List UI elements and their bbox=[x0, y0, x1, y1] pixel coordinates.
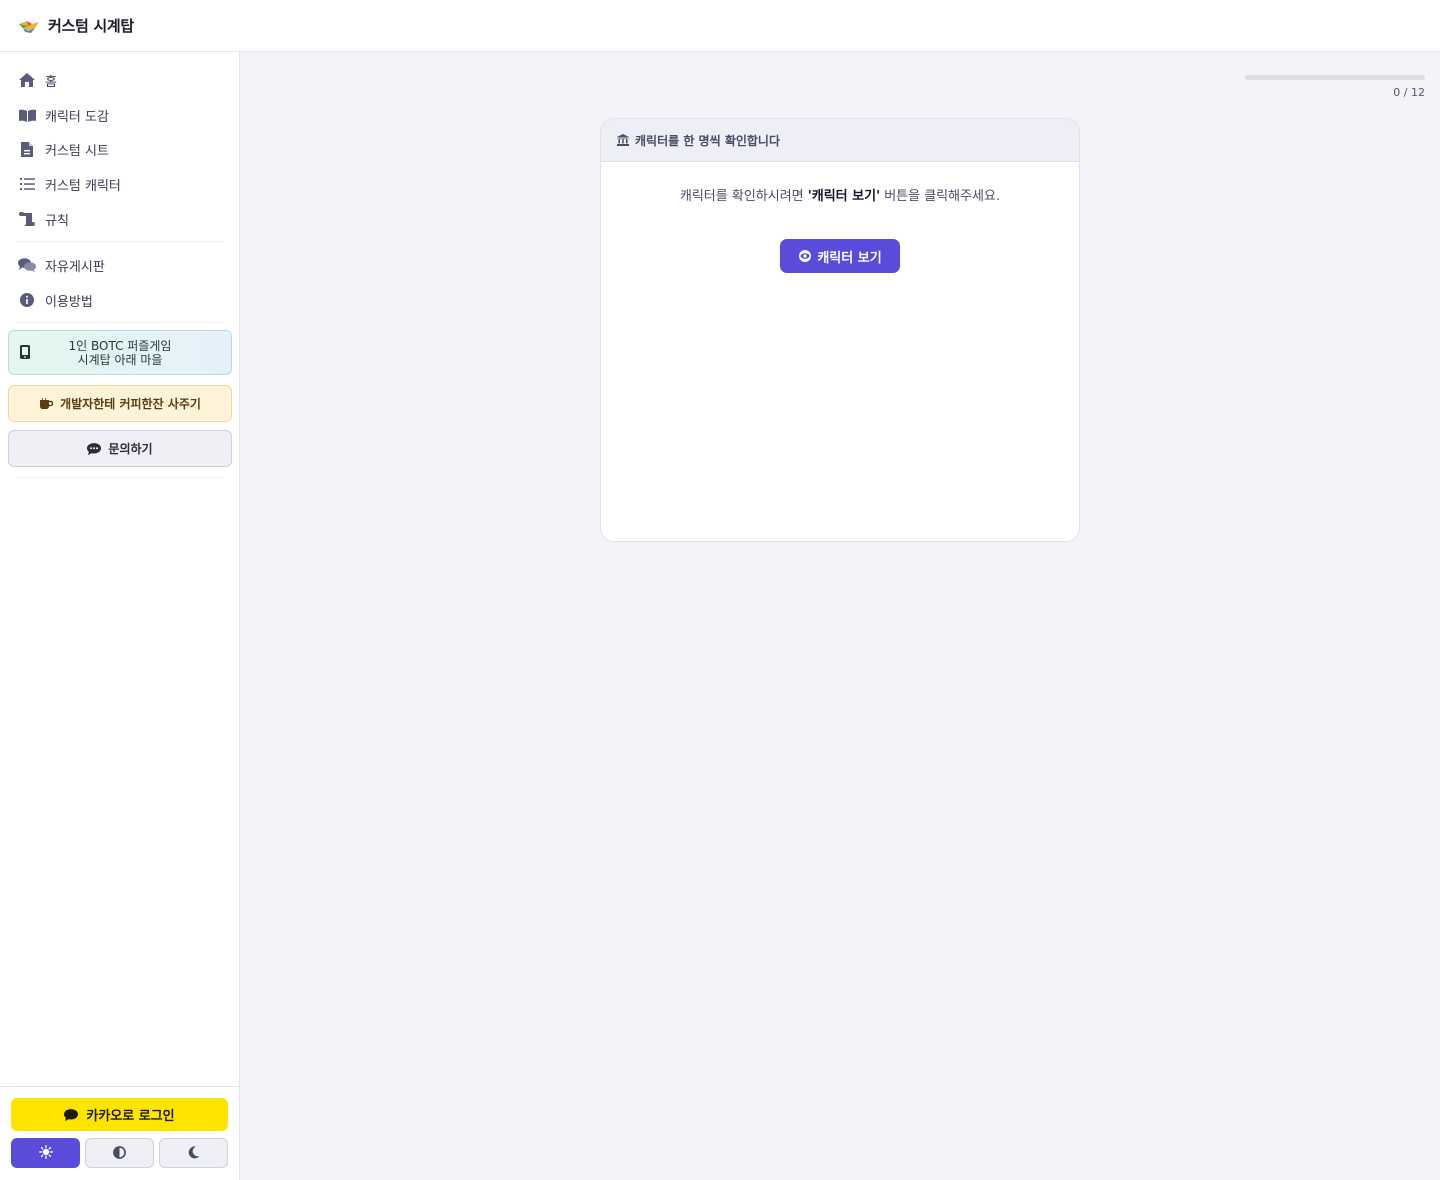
sidebar-item-how-to-use[interactable]: 이용방법 bbox=[18, 288, 93, 312]
top-bar: 커스텀 시계탑 bbox=[0, 0, 1440, 52]
instruction-suffix: 버튼을 클릭해주세요. bbox=[880, 189, 1001, 204]
kakao-login-label: 카카오로 로그인 bbox=[86, 1109, 175, 1124]
instruction-prefix: 캐릭터를 확인하시려면 bbox=[679, 189, 808, 204]
list-icon bbox=[18, 176, 36, 192]
buy-coffee-label: 개발자한테 커피한잔 사주기 bbox=[60, 397, 201, 411]
sidebar-item-label: 이용방법 bbox=[45, 294, 93, 310]
card-header-title: 캐릭터를 한 명씩 확인합니다 bbox=[635, 133, 781, 148]
book-icon bbox=[18, 107, 36, 123]
sidebar-item-home[interactable]: 홈 bbox=[18, 68, 57, 92]
coffee-cup-icon bbox=[39, 397, 54, 410]
progress-track bbox=[1245, 75, 1425, 80]
sidebar-item-custom-sheet[interactable]: 커스텀 시트 bbox=[18, 137, 109, 161]
contact-button[interactable]: 문의하기 bbox=[8, 430, 232, 467]
sidebar-item-label: 커스텀 시트 bbox=[45, 143, 109, 159]
sidebar-divider bbox=[16, 477, 224, 478]
comment-dots-icon bbox=[87, 442, 102, 455]
view-character-button[interactable]: 캐릭터 보기 bbox=[780, 239, 900, 273]
sidebar-item-label: 홈 bbox=[45, 74, 57, 90]
comments-icon bbox=[18, 257, 36, 273]
landmark-icon bbox=[617, 134, 629, 146]
progress-indicator: 0 / 12 bbox=[1245, 75, 1425, 99]
buy-coffee-button[interactable]: 개발자한테 커피한잔 사주기 bbox=[8, 385, 232, 422]
document-icon bbox=[18, 141, 36, 157]
puzzle-promo-title: 1인 BOTC 퍼즐게임 bbox=[68, 338, 172, 353]
character-reveal-card: 캐릭터를 한 명씩 확인합니다 캐릭터를 확인하시려면 '캐릭터 보기' 버튼을… bbox=[600, 118, 1080, 542]
theme-dark-button[interactable] bbox=[159, 1138, 228, 1168]
home-icon bbox=[18, 72, 36, 88]
view-character-label: 캐릭터 보기 bbox=[817, 250, 882, 266]
card-header: 캐릭터를 한 명씩 확인합니다 bbox=[601, 119, 1079, 162]
sidebar-footer-divider bbox=[0, 1086, 239, 1087]
sidebar-divider bbox=[16, 322, 224, 323]
sidebar-item-rules[interactable]: 규칙 bbox=[18, 207, 69, 231]
sidebar: 홈 캐릭터 도감 커스텀 시트 커스텀 캐릭터 규칙 자유게시판 이용방법 1인… bbox=[0, 52, 240, 1180]
speech-bubble-icon bbox=[64, 1108, 79, 1121]
sidebar-item-character-book[interactable]: 캐릭터 도감 bbox=[18, 103, 109, 127]
app-title[interactable]: 커스텀 시계탑 bbox=[48, 15, 134, 36]
contact-label: 문의하기 bbox=[108, 442, 153, 456]
progress-count: 0 / 12 bbox=[1393, 86, 1425, 99]
sidebar-item-label: 캐릭터 도감 bbox=[45, 109, 109, 125]
scroll-icon bbox=[18, 211, 36, 227]
instruction-emphasis: '캐릭터 보기' bbox=[807, 189, 881, 204]
moon-icon bbox=[188, 1144, 200, 1163]
sidebar-item-label: 규칙 bbox=[45, 213, 69, 229]
half-circle-contrast-icon bbox=[113, 1144, 126, 1163]
card-instruction: 캐릭터를 확인하시려면 '캐릭터 보기' 버튼을 클릭해주세요. bbox=[601, 185, 1079, 204]
sidebar-item-label: 자유게시판 bbox=[45, 259, 105, 275]
sidebar-item-forum[interactable]: 자유게시판 bbox=[18, 253, 105, 277]
sun-icon bbox=[38, 1144, 53, 1163]
sidebar-item-custom-character[interactable]: 커스텀 캐릭터 bbox=[18, 172, 121, 196]
puzzle-game-promo-button[interactable]: 1인 BOTC 퍼즐게임 시계탑 아래 마을 bbox=[8, 330, 232, 375]
eye-icon bbox=[798, 250, 812, 262]
theme-light-button[interactable] bbox=[11, 1138, 80, 1168]
mobile-phone-icon bbox=[20, 345, 30, 362]
clocktower-logo-icon[interactable] bbox=[18, 18, 40, 34]
sidebar-item-label: 커스텀 캐릭터 bbox=[45, 178, 121, 194]
theme-auto-button[interactable] bbox=[85, 1138, 154, 1168]
sidebar-divider bbox=[16, 241, 224, 242]
info-icon bbox=[18, 292, 36, 308]
kakao-login-button[interactable]: 카카오로 로그인 bbox=[11, 1098, 228, 1131]
puzzle-promo-subtitle: 시계탑 아래 마을 bbox=[77, 352, 163, 367]
